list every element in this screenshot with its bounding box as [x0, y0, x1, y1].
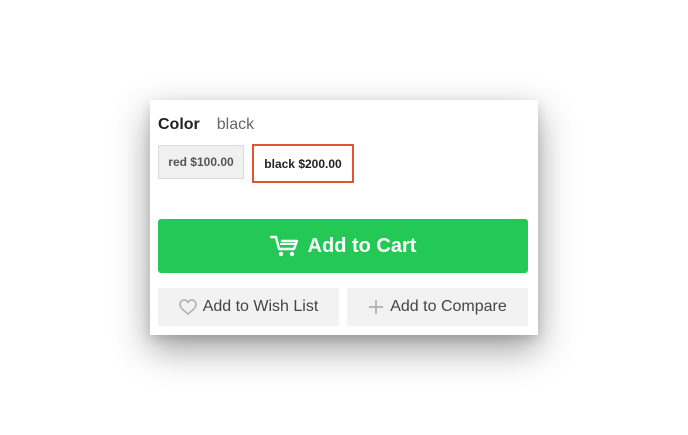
color-option-row: Color black [158, 114, 254, 136]
add-to-cart-label: Add to Cart [307, 234, 417, 257]
heart-icon [178, 299, 197, 315]
plus-icon [369, 300, 384, 314]
cart-icon [269, 235, 300, 257]
swatch-red[interactable]: red $100.00 [158, 145, 244, 179]
selected-color-value: black [216, 116, 255, 133]
color-label: Color [158, 116, 200, 133]
add-to-compare-button[interactable]: Add to Compare [347, 288, 528, 326]
page-background: Color black red $100.00 black $200.00 Ad… [0, 0, 688, 435]
product-options-panel: Color black red $100.00 black $200.00 Ad… [150, 100, 538, 335]
swatch-black[interactable]: black $200.00 [252, 144, 354, 183]
add-to-wish-list-button[interactable]: Add to Wish List [158, 288, 339, 326]
add-to-cart-button[interactable]: Add to Cart [158, 219, 528, 273]
compare-label: Add to Compare [390, 298, 507, 315]
wish-list-label: Add to Wish List [202, 298, 319, 315]
